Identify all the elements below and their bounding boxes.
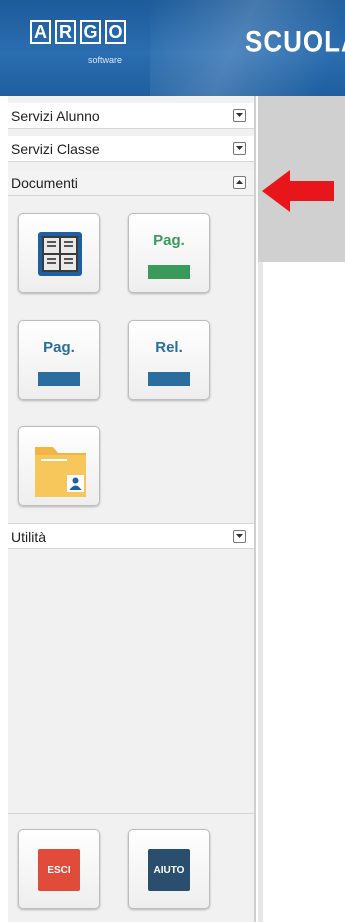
panel-label: Servizi Alunno [11,108,100,124]
sidebar-edge [0,96,8,922]
app-title: SCUOLAN [245,23,345,59]
footer-divider [8,813,254,814]
expand-icon[interactable] [233,109,246,122]
tile-page-blue[interactable]: Pag. [18,320,100,400]
notice-board-icon [38,232,82,276]
aiuto-button[interactable]: AIUTO [128,829,210,909]
panel-label: Servizi Classe [11,141,100,157]
panel-label: Utilità [11,529,47,545]
exit-icon: ESCI [38,849,80,891]
page-blue-icon [38,372,80,386]
tile-folder-user[interactable] [18,426,100,506]
content-area-lower [258,262,345,922]
tile-label: Pag. [153,232,185,249]
page-green-icon [148,265,190,279]
panel-label: Documenti [11,175,78,191]
tile-label: Rel. [155,339,183,356]
panel-servizi-classe[interactable]: Servizi Classe [8,136,254,162]
esci-button[interactable]: ESCI [18,829,100,909]
collapse-icon[interactable] [233,176,246,189]
panel-servizi-alunno[interactable]: Servizi Alunno [8,103,254,129]
folder-user-icon [35,447,86,497]
expand-icon[interactable] [233,530,246,543]
report-icon [148,372,190,386]
logo-letter: R [55,20,76,44]
content-divider [258,262,263,922]
panel-utilita[interactable]: Utilità [8,523,254,549]
logo-letter: A [30,20,51,44]
panel-documenti[interactable]: Documenti [8,170,254,196]
app-header: A R G O software SCUOLAN [0,0,345,96]
tile-report[interactable]: Rel. [128,320,210,400]
argo-logo: A R G O software [30,20,140,68]
logo-letter: G [80,20,101,44]
red-arrow-icon [262,170,334,212]
logo-letter: O [105,20,126,44]
expand-icon[interactable] [233,142,246,155]
logo-subtitle: software [88,55,123,65]
esci-label: ESCI [47,864,71,876]
help-icon: AIUTO [148,849,190,891]
aiuto-label: AIUTO [153,864,185,876]
tile-notice-board[interactable] [18,213,100,293]
tile-page-green[interactable]: Pag. [128,213,210,293]
tile-label: Pag. [43,339,75,356]
